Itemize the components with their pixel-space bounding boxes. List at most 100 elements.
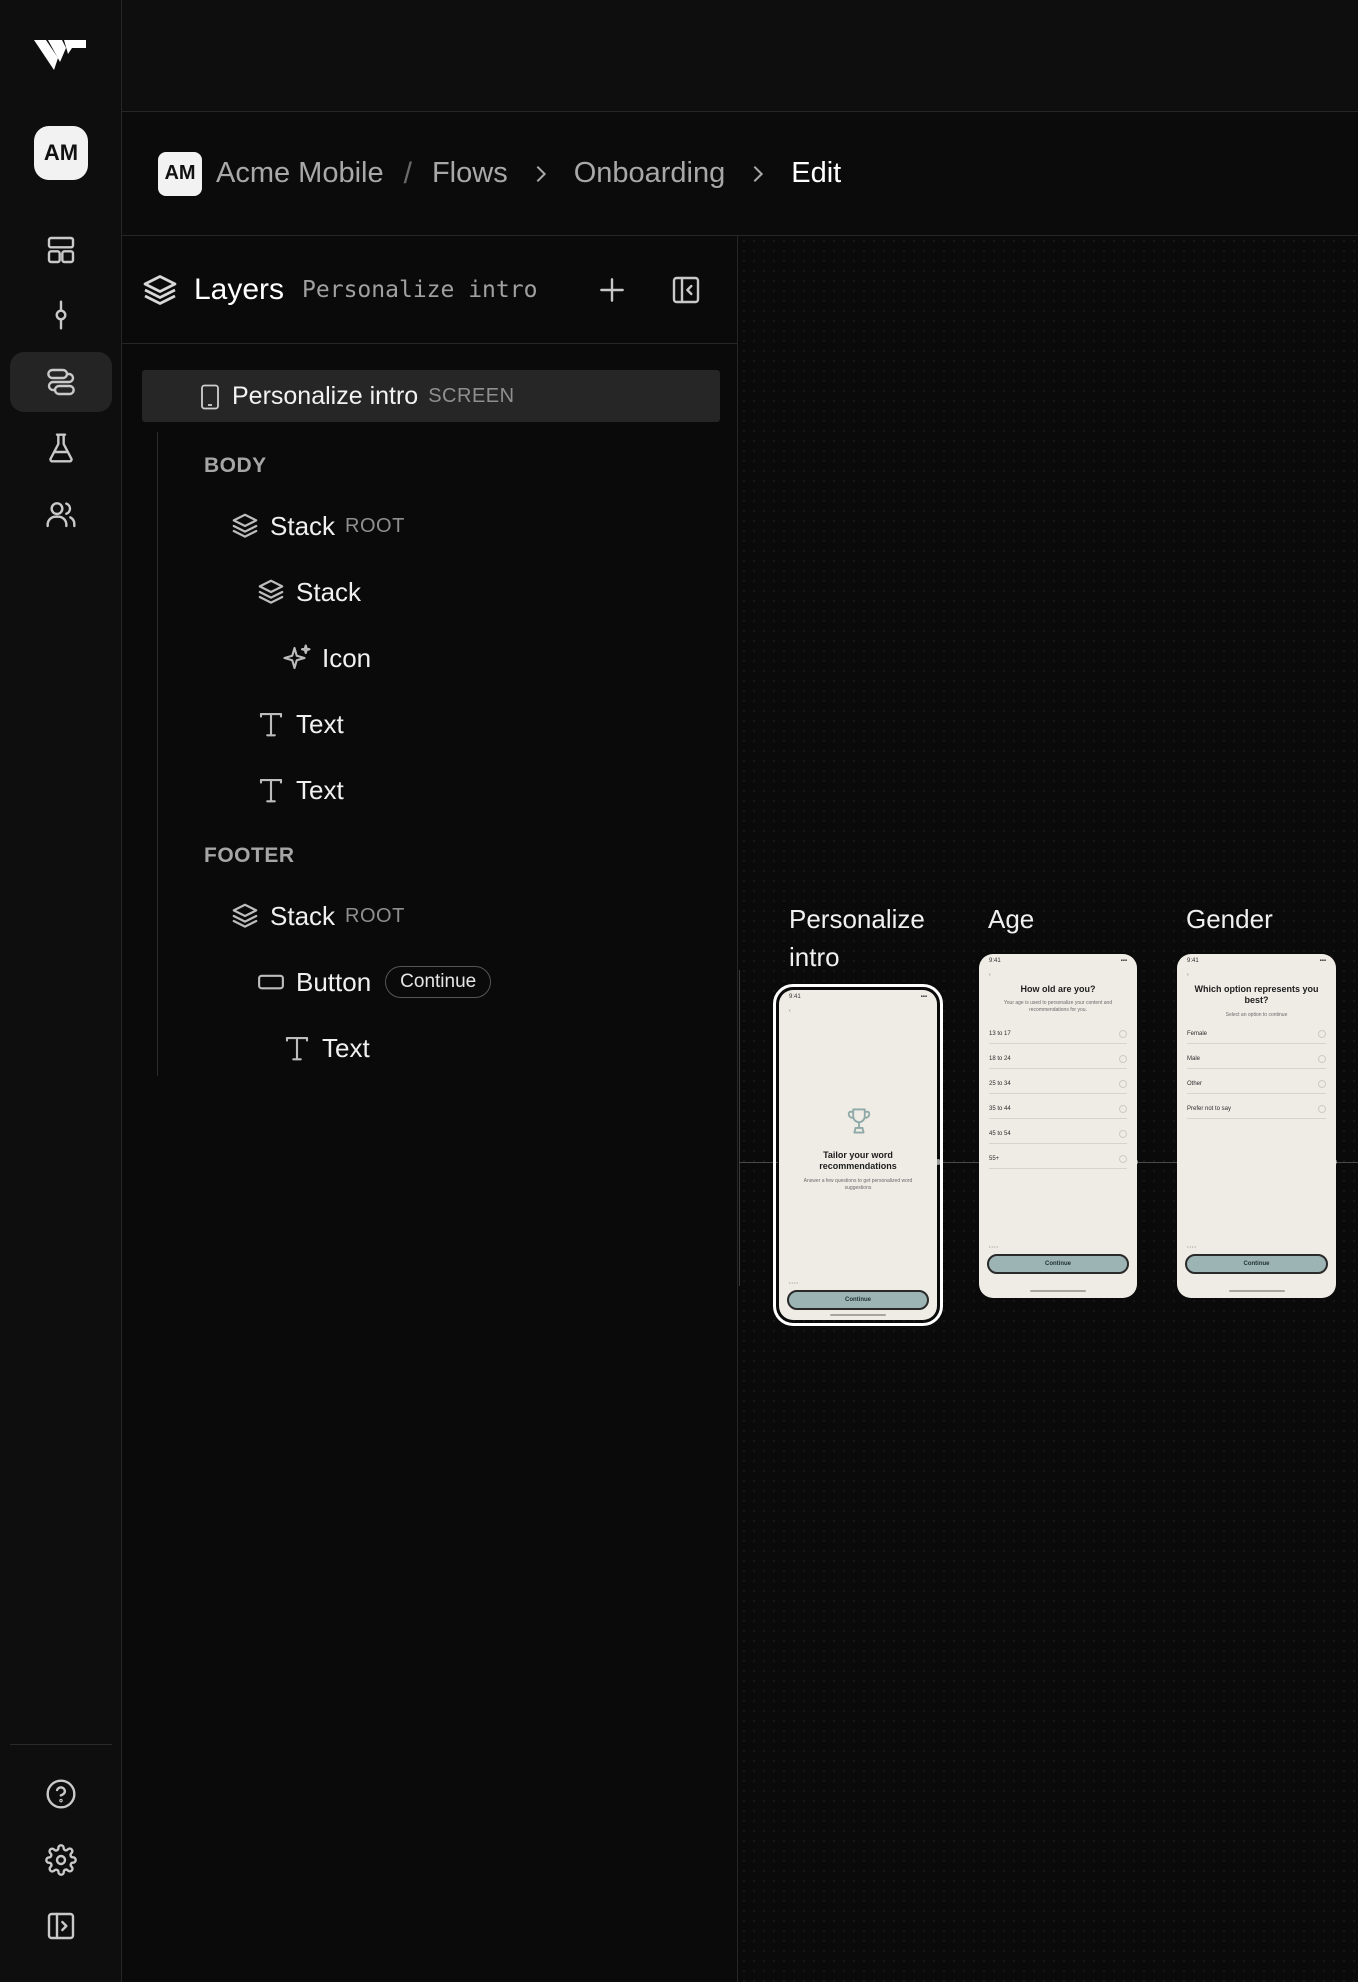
option-row[interactable]: 35 to 44: [989, 1099, 1127, 1119]
status-bar: 9:41 ▪▪▪: [1187, 958, 1326, 964]
layer-screen-label: Personalize intro: [232, 381, 419, 410]
breadcrumb-flows[interactable]: Flows: [432, 157, 508, 190]
expand-sidebar-icon[interactable]: [10, 1896, 112, 1956]
breadcrumb-project[interactable]: Acme Mobile: [216, 157, 384, 190]
layer-node[interactable]: Icon: [282, 636, 371, 680]
project-avatar[interactable]: AM: [158, 151, 202, 196]
plus-icon: [600, 278, 624, 302]
back-icon[interactable]: ‹: [1187, 972, 1189, 978]
breadcrumb-onboarding[interactable]: Onboarding: [574, 157, 726, 190]
rail-divider: [10, 1744, 112, 1745]
radio-icon: [1318, 1104, 1326, 1113]
app-logo[interactable]: [32, 36, 88, 76]
option-label: Prefer not to say: [1187, 1105, 1232, 1112]
text-icon: [285, 1036, 309, 1061]
sparkle-icon: [283, 644, 311, 670]
layer-node[interactable]: Text: [256, 768, 344, 812]
home-indicator: [1228, 1290, 1285, 1292]
radio-icon: [1119, 1154, 1127, 1163]
layer-node[interactable]: Stack: [256, 570, 361, 614]
layer-node-label: Text: [322, 1032, 370, 1063]
option-row[interactable]: 18 to 24: [989, 1049, 1127, 1069]
home-indicator: [1030, 1290, 1086, 1292]
help-icon[interactable]: [10, 1764, 112, 1824]
screen-subtext: Answer a few questions to get personaliz…: [803, 1178, 913, 1191]
option-label: 18 to 24: [989, 1055, 1011, 1062]
text-icon: [259, 712, 283, 737]
section-footer: FOOTER: [204, 844, 295, 867]
continue-button[interactable]: Continue: [987, 1254, 1129, 1274]
flows-icon[interactable]: [10, 352, 112, 412]
signal-battery-icon: ▪▪▪: [1120, 958, 1127, 964]
screen-card-gender[interactable]: 9:41 ▪▪▪ ‹ Which option represents you be…: [1177, 954, 1336, 1298]
layer-node[interactable]: Button Continue: [256, 960, 492, 1004]
layer-node[interactable]: Stack ROOT: [230, 894, 405, 938]
option-row[interactable]: Female: [1187, 1024, 1326, 1044]
experiments-flask-icon[interactable]: [10, 418, 112, 478]
collapse-panel-button[interactable]: [666, 270, 706, 310]
layer-node-label: Stack: [270, 510, 336, 541]
flow-connector: [1336, 1162, 1358, 1163]
breadcrumb: AM Acme Mobile / Flows Onboarding Edit: [122, 112, 1358, 236]
status-time: 9:41: [989, 958, 1001, 964]
layers-panel: Layers Personalize intro Personalize int…: [122, 236, 738, 1982]
screen-title-gender: Gender: [1186, 904, 1273, 934]
option-row[interactable]: Other: [1187, 1074, 1326, 1094]
signal-battery-icon: ▪▪▪: [920, 994, 927, 1000]
phone-screen-icon: [201, 384, 219, 410]
step-indicator: • • • •: [989, 1244, 998, 1249]
continue-button[interactable]: Continue: [1185, 1254, 1328, 1274]
commit-icon[interactable]: [10, 285, 112, 345]
button-text-pill: Continue: [385, 966, 492, 998]
option-row[interactable]: Male: [1187, 1049, 1326, 1069]
dashboard-icon[interactable]: [10, 220, 112, 280]
option-row[interactable]: 25 to 34: [989, 1074, 1127, 1094]
status-time: 9:41: [789, 994, 801, 1000]
breadcrumb-separator: /: [403, 156, 412, 190]
option-label: Male: [1187, 1055, 1201, 1062]
layer-node[interactable]: Text: [256, 702, 344, 746]
layer-node-tag: ROOT: [345, 514, 405, 537]
workspace-avatar[interactable]: AM: [34, 126, 88, 180]
option-label: Female: [1187, 1030, 1208, 1037]
layers-icon: [143, 274, 177, 305]
status-bar: 9:41 ▪▪▪: [989, 958, 1127, 964]
text-icon: [259, 778, 283, 803]
screen-card-personalize[interactable]: 9:41 ▪▪▪ ‹ Tailor your word recommendatio…: [773, 984, 943, 1326]
back-icon[interactable]: ‹: [789, 1008, 791, 1014]
flow-canvas[interactable]: Personalize intro Age Gender 9:41 ▪▪▪ ‹ T…: [739, 236, 1358, 1982]
layer-node-label: Text: [296, 708, 344, 739]
option-label: 55+: [989, 1155, 1000, 1162]
add-layer-button[interactable]: [592, 270, 632, 310]
home-indicator: [830, 1314, 886, 1316]
layers-title: Layers: [194, 272, 285, 306]
back-icon[interactable]: ‹: [989, 972, 991, 978]
screen-heading: Which option represents you best?: [1194, 984, 1319, 1005]
option-label: 45 to 54: [989, 1130, 1011, 1137]
users-icon[interactable]: [10, 484, 112, 544]
option-row[interactable]: 45 to 54: [989, 1124, 1127, 1144]
layer-screen-row[interactable]: Personalize intro SCREEN: [142, 370, 720, 422]
option-row[interactable]: 55+: [989, 1149, 1127, 1169]
settings-gear-icon[interactable]: [10, 1830, 112, 1890]
layer-node[interactable]: Stack ROOT: [230, 504, 405, 548]
trophy-icon: [847, 1108, 871, 1134]
signal-battery-icon: ▪▪▪: [1319, 958, 1326, 964]
canvas-guide-line: [739, 970, 740, 1286]
collapse-sidebar-icon: [672, 276, 700, 304]
option-row[interactable]: Prefer not to say: [1187, 1099, 1326, 1119]
section-body: BODY: [204, 454, 267, 477]
layer-node[interactable]: Text: [282, 1026, 370, 1070]
layer-node-label: Text: [296, 774, 344, 805]
continue-button[interactable]: Continue: [787, 1290, 929, 1310]
layer-node-label: Stack: [296, 576, 362, 607]
breadcrumb-current: Edit: [791, 157, 842, 189]
layer-node-label: Button: [296, 966, 372, 997]
option-row[interactable]: 13 to 17: [989, 1024, 1127, 1044]
step-indicator: • • • •: [1187, 1244, 1196, 1249]
radio-icon: [1119, 1129, 1127, 1138]
screen-card-age[interactable]: 9:41 ▪▪▪ ‹ How old are you? Your age is u…: [979, 954, 1137, 1298]
radio-icon: [1119, 1054, 1127, 1063]
option-label: 35 to 44: [989, 1105, 1011, 1112]
layer-node-label: Stack: [270, 900, 336, 931]
